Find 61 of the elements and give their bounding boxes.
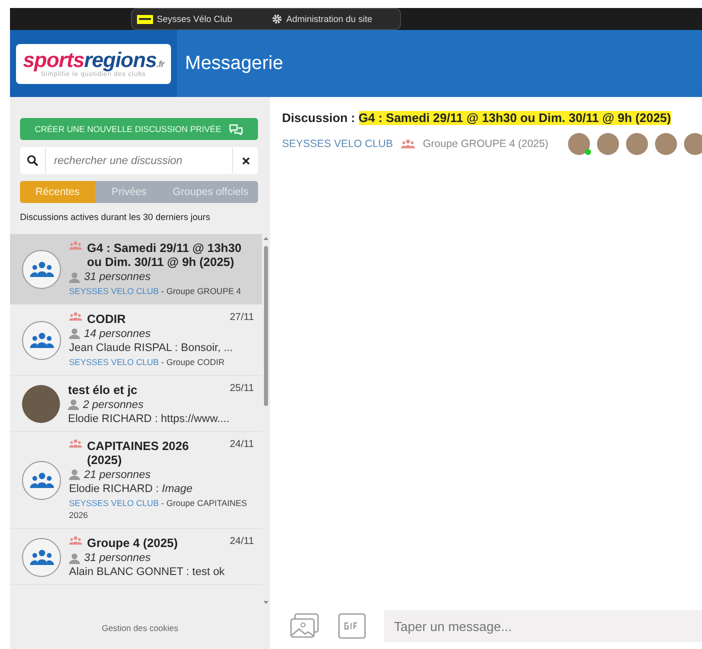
group-icon xyxy=(30,548,54,566)
message-field[interactable]: Taper un message... xyxy=(384,610,702,642)
member-count: 31 personnes xyxy=(84,271,151,283)
member-count: 21 personnes xyxy=(84,468,151,480)
discussion-item[interactable]: G4 : Samedi 29/11 @ 13h30 ou Dim. 30/11 @ 9h (2025) 31 personnes SEYSSES VELO CLUB - Groupe GROUPE 4 xyxy=(10,234,262,305)
member-count: 2 personnes xyxy=(83,398,144,410)
person-icon xyxy=(69,272,80,282)
admin-link[interactable]: Administration du site xyxy=(272,14,372,24)
last-message: Elodie RICHARD : Image xyxy=(69,482,194,494)
group-small-icon xyxy=(69,438,82,448)
discussion-item[interactable]: CAPITAINES 2026 (2025) 24/11 21 personnes Elodie RICHARD : Image SEYSSES VELO CLUB - Groupe CAPITAINES 2026 xyxy=(10,432,262,529)
gear-icon xyxy=(272,14,282,24)
club-logo-icon xyxy=(136,14,153,24)
group-info: SEYSSES VELO CLUB - Groupe CAPITAINES 2026 xyxy=(69,496,248,522)
cookies-link[interactable]: Gestion des cookies xyxy=(102,623,178,633)
group-info: SEYSSES VELO CLUB - Groupe GROUPE 4 xyxy=(69,285,242,298)
discussion-date: 24/11 xyxy=(230,438,254,450)
last-message: Elodie RICHARD : https://www.... xyxy=(68,412,230,424)
search-icon xyxy=(27,155,38,166)
filter-note: Discussions actives durant les 30 derniers jours xyxy=(20,212,212,222)
group-small-icon xyxy=(69,312,82,321)
group-icon xyxy=(30,332,54,349)
participant-avatar[interactable] xyxy=(684,133,702,155)
group-name: Groupe GROUPE 4 (2025) xyxy=(422,138,548,150)
discussion-date: 24/11 xyxy=(230,536,254,547)
discussion-heading: Discussion : G4 : Samedi 29/11 @ 13h30 ou Dim. 30/11 @ 9h (2025) xyxy=(282,111,672,125)
page-title: Messagerie xyxy=(185,52,284,74)
last-message: Alain BLANC GONNET : test ok xyxy=(69,566,226,578)
club-name[interactable]: SEYSSES VELO CLUB xyxy=(282,138,393,150)
participant-avatar[interactable] xyxy=(597,133,620,155)
discussion-date: 27/11 xyxy=(230,312,254,323)
discussion-title: G4 : Samedi 29/11 @ 13h30 ou Dim. 30/11 @ 9h (2025) xyxy=(87,241,242,269)
person-icon xyxy=(69,469,80,480)
discussion-title: test élo et jc xyxy=(68,382,138,396)
discussion-title: CODIR xyxy=(87,312,127,326)
participant-avatar[interactable] xyxy=(568,133,590,155)
avatar-photo xyxy=(22,384,60,422)
search-field[interactable]: rechercher une discussion xyxy=(20,147,258,174)
gif-icon[interactable] xyxy=(338,613,366,639)
member-count: 14 personnes xyxy=(84,328,151,340)
discussion-item[interactable]: test élo et jc 25/11 2 personnes Elodie RICHARD : https://www.... xyxy=(10,376,262,432)
person-icon xyxy=(69,552,80,564)
group-icon xyxy=(30,260,54,278)
group-small-icon xyxy=(400,139,415,149)
club-link[interactable]: Seysses Vélo Club xyxy=(136,14,232,24)
last-message: Jean Claude RISPAL : Bonsoir, ... xyxy=(69,342,234,354)
person-icon xyxy=(69,328,80,340)
group-small-icon xyxy=(69,241,82,250)
group-icon xyxy=(30,472,54,489)
chat-bubbles-icon xyxy=(229,124,244,134)
image-icon[interactable] xyxy=(290,613,320,639)
person-icon xyxy=(68,399,79,410)
group-info: SEYSSES VELO CLUB - Groupe CODIR xyxy=(69,356,226,368)
group-small-icon xyxy=(69,536,82,546)
discussion-date: 25/11 xyxy=(230,382,254,394)
discussion-title: CAPITAINES 2026 (2025) xyxy=(87,438,190,466)
participant-avatar[interactable] xyxy=(626,133,648,155)
participant-avatar[interactable] xyxy=(655,133,678,155)
discussion-title: Groupe 4 (2025) xyxy=(87,536,179,550)
member-count: 31 personnes xyxy=(84,552,151,564)
close-icon[interactable] xyxy=(242,156,250,164)
